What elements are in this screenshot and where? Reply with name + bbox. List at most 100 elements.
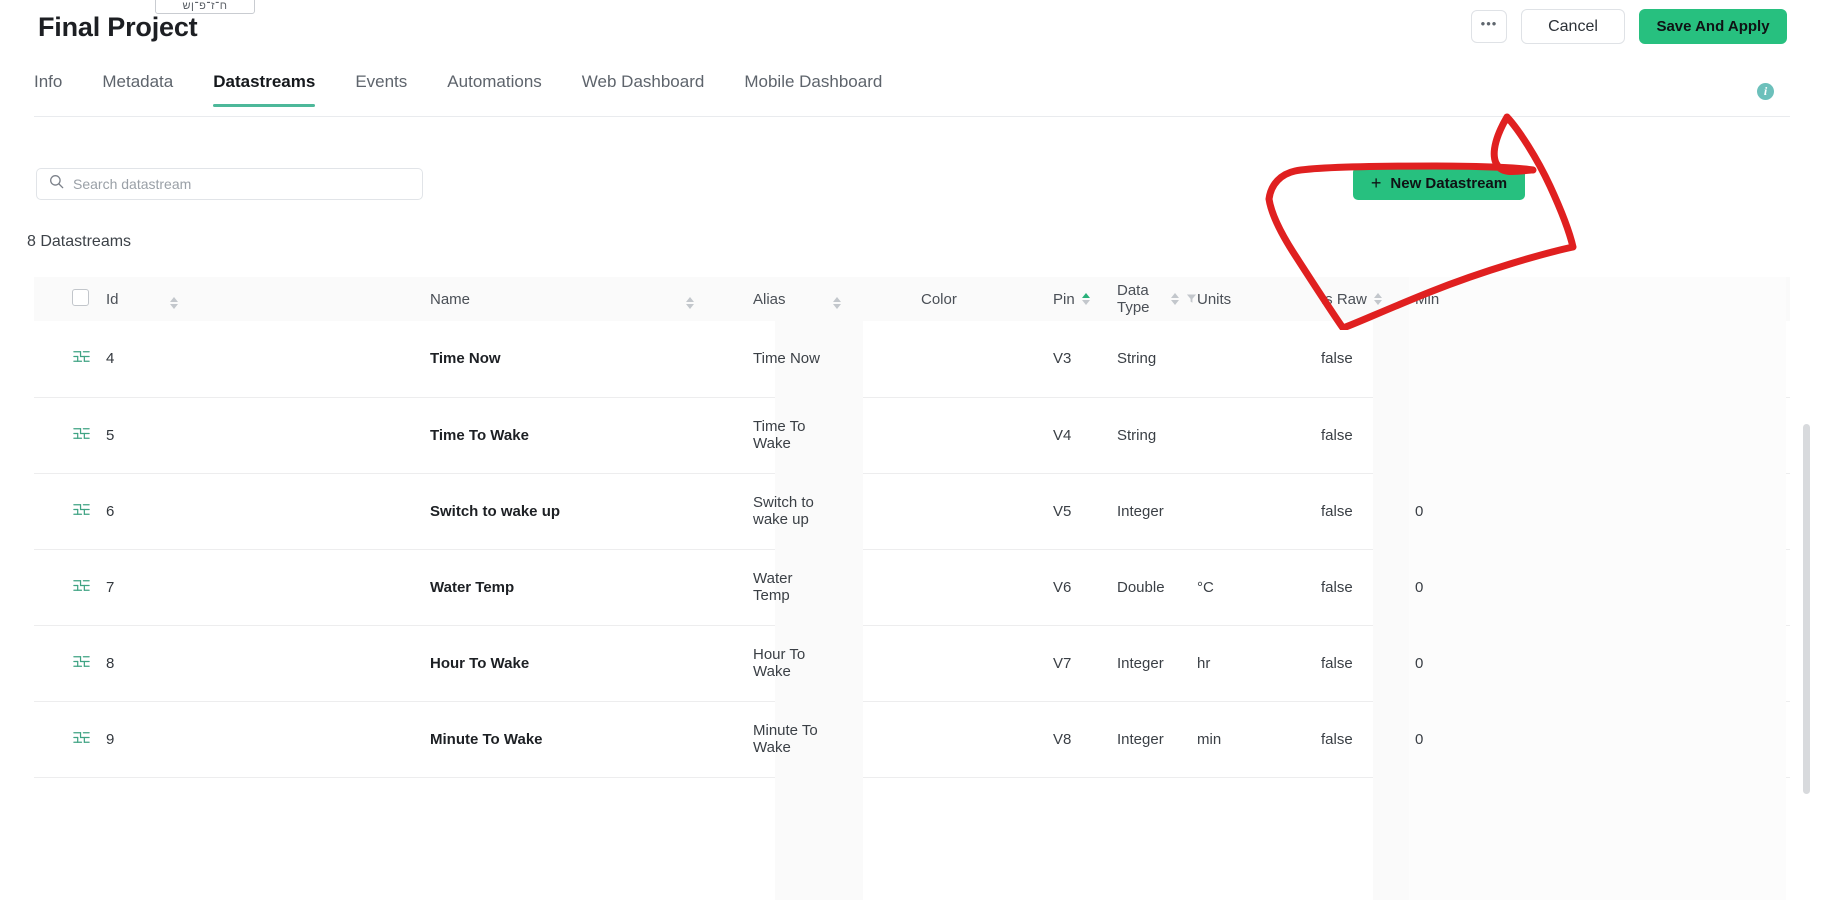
search-icon [49, 174, 64, 194]
th-color-label: Color [921, 291, 957, 308]
table-row[interactable]: 8Hour To WakeHour To WakeV7Integerhrfals… [34, 625, 1790, 701]
th-name-label: Name [430, 291, 470, 308]
th-alias-sort[interactable] [833, 277, 921, 321]
tab-events[interactable]: Events [335, 72, 427, 107]
cell-israw: false [1321, 549, 1415, 625]
th-israw[interactable]: Is Raw [1321, 277, 1415, 321]
cell-pin: V6 [1053, 549, 1117, 625]
th-israw-label: Is Raw [1321, 291, 1367, 308]
tab-datastreams[interactable]: Datastreams [193, 72, 335, 107]
cell-name-pad [686, 549, 753, 625]
sort-icon-name[interactable] [686, 297, 694, 309]
th-id[interactable]: Id [106, 277, 170, 321]
tab-web-dashboard[interactable]: Web Dashboard [562, 72, 725, 107]
cell-id: 7 [106, 549, 170, 625]
tab-automations[interactable]: Automations [427, 72, 562, 107]
sort-icon-israw[interactable] [1374, 293, 1382, 305]
row-drag-handle[interactable] [72, 397, 106, 473]
tab-mobile-dashboard[interactable]: Mobile Dashboard [724, 72, 902, 107]
cell-name: Water Temp [430, 549, 686, 625]
cell-min: 0 [1415, 701, 1790, 777]
tab-info[interactable]: Info [34, 72, 82, 107]
cell-id-pad [170, 397, 430, 473]
th-min-label: Min [1415, 291, 1439, 308]
table-row[interactable]: 6Switch to wake upSwitch to wake upV5Int… [34, 473, 1790, 549]
tab-bar: Info Metadata Datastreams Events Automat… [34, 72, 902, 107]
cell-israw: false [1321, 473, 1415, 549]
new-datastream-button[interactable]: + New Datastream [1353, 167, 1525, 200]
select-all-checkbox[interactable] [72, 289, 89, 306]
th-name-sort[interactable] [686, 277, 753, 321]
th-name[interactable]: Name [430, 277, 686, 321]
cell-min [1415, 397, 1790, 473]
cell-name: Hour To Wake [430, 625, 686, 701]
table-row[interactable]: 4Time NowTime NowV3Stringfalse [34, 321, 1790, 397]
more-options-button[interactable]: ••• [1471, 10, 1507, 43]
datastream-flow-icon [72, 576, 106, 599]
datastream-flow-icon [72, 652, 106, 675]
th-pin[interactable]: Pin [1053, 277, 1117, 321]
cell-datatype: Integer [1117, 625, 1197, 701]
cell-alias: Time To Wake [753, 397, 833, 473]
cell-color[interactable] [921, 321, 1053, 397]
row-drag-handle[interactable] [72, 625, 106, 701]
cell-alias-pad [833, 473, 921, 549]
table-row[interactable]: 5Time To WakeTime To WakeV4Stringfalse [34, 397, 1790, 473]
cell-color[interactable] [921, 625, 1053, 701]
cell-alias-pad [833, 701, 921, 777]
row-drag-handle[interactable] [72, 701, 106, 777]
th-id-label: Id [106, 291, 119, 308]
sort-icon-alias[interactable] [833, 297, 841, 309]
cell-israw: false [1321, 701, 1415, 777]
cancel-button[interactable]: Cancel [1521, 9, 1625, 44]
datastreams-table-container: Id Name Alias Color [34, 277, 1790, 900]
row-drag-handle[interactable] [72, 321, 106, 397]
filter-icon-datatype[interactable] [1186, 291, 1197, 308]
row-spacer [34, 473, 72, 549]
info-icon[interactable]: i [1757, 83, 1774, 100]
cell-alias: Hour To Wake [753, 625, 833, 701]
sort-icon-datatype[interactable] [1171, 293, 1179, 305]
tab-bar-divider [34, 116, 1790, 117]
cell-datatype: Double [1117, 549, 1197, 625]
row-spacer [34, 549, 72, 625]
search-input[interactable] [73, 176, 410, 192]
sort-icon-id[interactable] [170, 297, 178, 309]
cell-alias: Switch to wake up [753, 473, 833, 549]
cell-pin: V3 [1053, 321, 1117, 397]
search-datastream-field[interactable] [36, 168, 423, 200]
cell-color[interactable] [921, 397, 1053, 473]
cell-name: Switch to wake up [430, 473, 686, 549]
sort-icon-pin[interactable] [1082, 293, 1090, 305]
cell-id-pad [170, 701, 430, 777]
cell-color[interactable] [921, 473, 1053, 549]
table-row[interactable]: 7Water TempWater TempV6Double°Cfalse030 [34, 549, 1790, 625]
row-drag-handle[interactable] [72, 549, 106, 625]
datastream-count-label: 8 Datastreams [27, 233, 131, 251]
tab-metadata[interactable]: Metadata [82, 72, 193, 107]
page-title: Final Project [38, 12, 197, 43]
cell-id-pad [170, 321, 430, 397]
cell-name-pad [686, 625, 753, 701]
cell-datatype: String [1117, 321, 1197, 397]
cell-name: Time To Wake [430, 397, 686, 473]
cell-color[interactable] [921, 701, 1053, 777]
table-row[interactable]: 9Minute To WakeMinute To WakeV8Integermi… [34, 701, 1790, 777]
th-alias[interactable]: Alias [753, 277, 833, 321]
cell-datatype: Integer [1117, 701, 1197, 777]
cell-alias: Water Temp [753, 549, 833, 625]
cell-color[interactable] [921, 549, 1053, 625]
cell-units: min [1197, 701, 1321, 777]
th-datatype-label: Data Type [1117, 282, 1164, 316]
save-and-apply-button[interactable]: Save And Apply [1639, 9, 1787, 44]
cell-id: 5 [106, 397, 170, 473]
th-id-sort[interactable] [170, 277, 430, 321]
cell-name-pad [686, 473, 753, 549]
row-drag-handle[interactable] [72, 473, 106, 549]
th-datatype[interactable]: Data Type [1117, 277, 1197, 321]
cell-units [1197, 473, 1321, 549]
column-settings-icon[interactable] [1789, 567, 1790, 586]
th-min[interactable]: Min [1415, 277, 1790, 321]
top-partial-tooltip-text: ח־ז־פ־ןש [182, 0, 227, 12]
vertical-scrollbar[interactable] [1803, 424, 1810, 794]
